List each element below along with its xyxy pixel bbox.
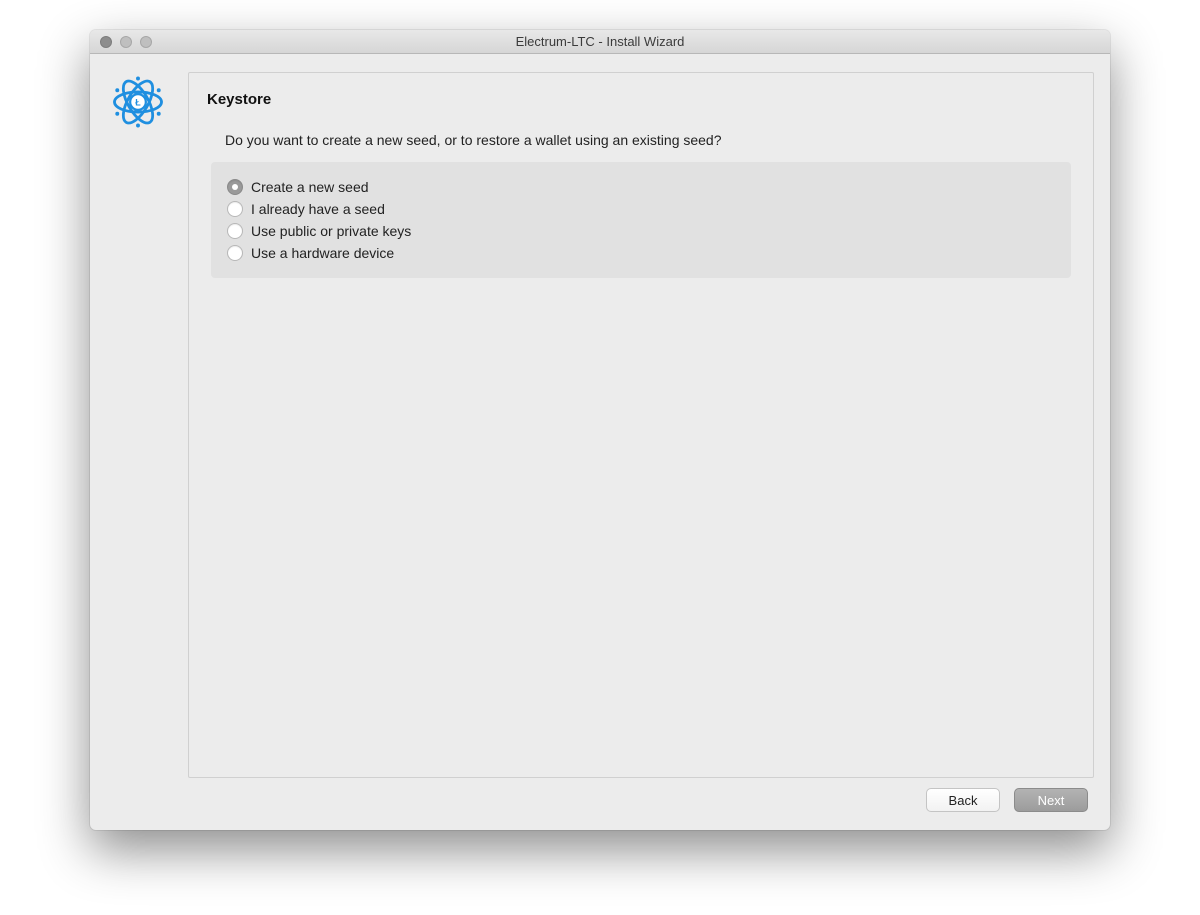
option-label: Use a hardware device [251, 245, 394, 261]
wizard-footer: Back Next [106, 778, 1094, 816]
option-use-public-or-private-keys[interactable]: Use public or private keys [227, 220, 1055, 242]
titlebar: Electrum-LTC - Install Wizard [90, 30, 1110, 54]
radio-icon [227, 179, 243, 195]
option-i-already-have-a-seed[interactable]: I already have a seed [227, 198, 1055, 220]
window-title: Electrum-LTC - Install Wizard [90, 34, 1110, 49]
install-wizard-window: Electrum-LTC - Install Wizard Ł [90, 30, 1110, 830]
minimize-window-button[interactable] [120, 36, 132, 48]
panel-prompt: Do you want to create a new seed, or to … [225, 132, 1075, 148]
radio-icon [227, 245, 243, 261]
option-label: Use public or private keys [251, 223, 411, 239]
button-label: Back [949, 793, 978, 808]
option-label: I already have a seed [251, 201, 385, 217]
radio-icon [227, 201, 243, 217]
close-window-button[interactable] [100, 36, 112, 48]
content-row: Ł Keystore Do you want to create a new s… [106, 72, 1094, 778]
option-create-new-seed[interactable]: Create a new seed [227, 176, 1055, 198]
radio-icon [227, 223, 243, 239]
wizard-panel: Keystore Do you want to create a new see… [188, 72, 1094, 778]
svg-text:Ł: Ł [135, 97, 141, 107]
zoom-window-button[interactable] [140, 36, 152, 48]
window-controls [90, 36, 152, 48]
keystore-options: Create a new seed I already have a seed … [211, 162, 1071, 278]
option-use-a-hardware-device[interactable]: Use a hardware device [227, 242, 1055, 264]
back-button[interactable]: Back [926, 788, 1000, 812]
option-label: Create a new seed [251, 179, 369, 195]
electrum-ltc-logo-icon: Ł [106, 72, 166, 778]
window-body: Ł Keystore Do you want to create a new s… [90, 54, 1110, 830]
next-button[interactable]: Next [1014, 788, 1088, 812]
button-label: Next [1038, 793, 1065, 808]
panel-heading: Keystore [207, 91, 1075, 108]
